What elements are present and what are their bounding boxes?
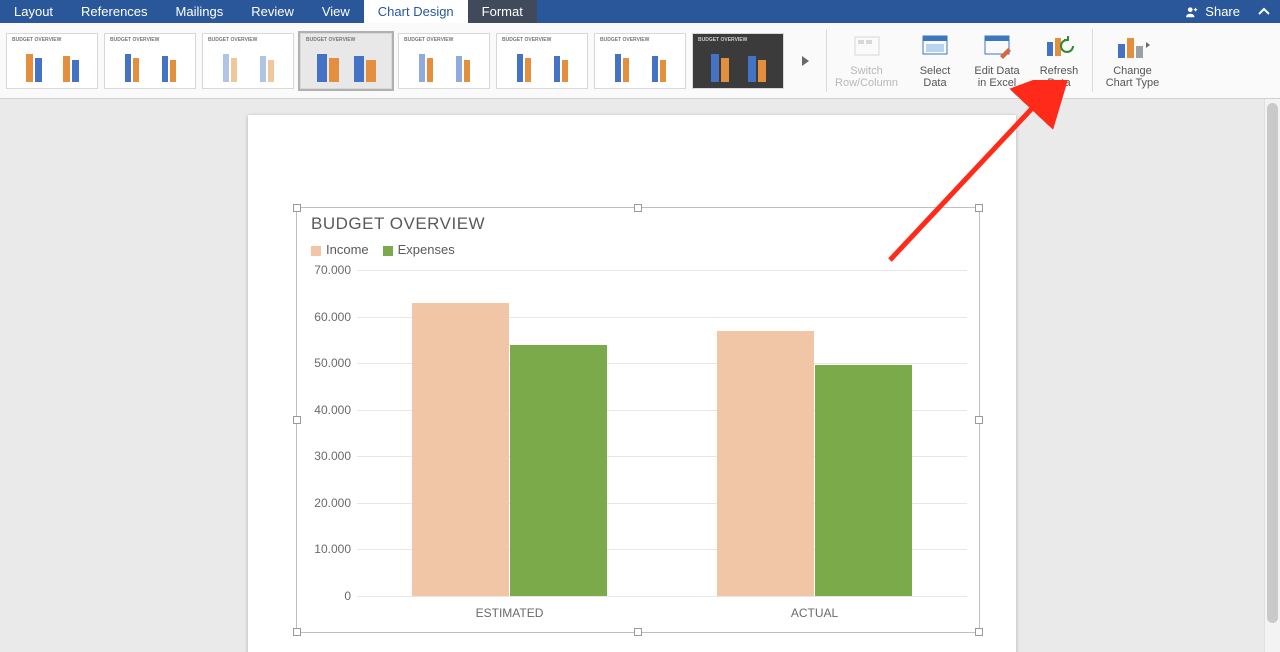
chart-styles-gallery: BUDGET OVERVIEW BUDGET OVERVIEW BUDGET O… [0, 23, 826, 98]
chart-style-5[interactable]: BUDGET OVERVIEW [398, 33, 490, 89]
y-tick-label: 40.000 [307, 403, 351, 417]
cmd-label: SelectData [906, 63, 964, 89]
change-chart-type-button[interactable]: ChangeChart Type [1095, 27, 1170, 89]
tab-view[interactable]: View [308, 0, 364, 23]
chart-style-7[interactable]: BUDGET OVERVIEW [594, 33, 686, 89]
bar-expenses-estimated[interactable] [510, 345, 608, 596]
y-tick-label: 60.000 [307, 310, 351, 324]
chart-style-8[interactable]: BUDGET OVERVIEW [692, 33, 784, 89]
resize-handle[interactable] [975, 416, 983, 424]
tab-review[interactable]: Review [237, 0, 308, 23]
chart-object[interactable]: BUDGET OVERVIEW Income Expenses 010.0002… [296, 207, 980, 633]
bar-expenses-actual[interactable] [815, 365, 913, 596]
ribbon-tabs: Layout References Mailings Review View C… [0, 0, 1280, 23]
resize-handle[interactable] [975, 204, 983, 212]
tab-chart-design[interactable]: Chart Design [364, 0, 468, 23]
thumb-title: BUDGET OVERVIEW [306, 37, 355, 43]
cmd-label: ChangeChart Type [1097, 63, 1168, 89]
tab-references[interactable]: References [67, 0, 161, 23]
chart-style-6[interactable]: BUDGET OVERVIEW [496, 33, 588, 89]
resize-handle[interactable] [293, 416, 301, 424]
thumb-title: BUDGET OVERVIEW [698, 37, 747, 43]
switch-row-col-icon [852, 32, 882, 60]
type-commands-group: ChangeChart Type [1093, 23, 1172, 98]
thumb-title: BUDGET OVERVIEW [110, 37, 159, 43]
grid-line [357, 596, 967, 597]
legend-swatch-expenses [383, 246, 393, 256]
chart-style-4[interactable]: BUDGET OVERVIEW [300, 33, 392, 89]
x-tick-label: ACTUAL [791, 606, 838, 620]
page: BUDGET OVERVIEW Income Expenses 010.0002… [248, 115, 1016, 652]
resize-handle[interactable] [293, 204, 301, 212]
share-button[interactable]: Share [1177, 0, 1248, 23]
legend-label: Expenses [398, 242, 455, 257]
refresh-data-button[interactable]: RefreshData [1028, 27, 1090, 89]
select-data-button[interactable]: SelectData [904, 27, 966, 89]
thumb-title: BUDGET OVERVIEW [404, 37, 453, 43]
thumb-title: BUDGET OVERVIEW [208, 37, 257, 43]
chevron-up-icon [1258, 6, 1270, 18]
cmd-label: SwitchRow/Column [831, 63, 902, 89]
bar-income-actual[interactable] [717, 331, 815, 596]
document-area: BUDGET OVERVIEW Income Expenses 010.0002… [0, 99, 1264, 652]
share-icon [1185, 5, 1199, 19]
legend-item-expenses[interactable]: Expenses [383, 242, 455, 257]
tab-format[interactable]: Format [468, 0, 537, 23]
cmd-label: RefreshData [1030, 63, 1088, 89]
chart-title[interactable]: BUDGET OVERVIEW [311, 214, 485, 234]
x-tick-label: ESTIMATED [476, 606, 544, 620]
y-tick-label: 70.000 [307, 263, 351, 277]
y-tick-label: 30.000 [307, 449, 351, 463]
y-tick-label: 20.000 [307, 496, 351, 510]
plot-area[interactable]: 010.00020.00030.00040.00050.00060.00070.… [357, 270, 967, 596]
scroll-thumb[interactable] [1267, 103, 1278, 623]
chart-legend[interactable]: Income Expenses [311, 242, 455, 257]
change-type-icon [1116, 32, 1150, 60]
select-data-icon [920, 32, 950, 60]
y-tick-label: 0 [307, 589, 351, 603]
chart-style-2[interactable]: BUDGET OVERVIEW [104, 33, 196, 89]
y-tick-label: 10.000 [307, 542, 351, 556]
resize-handle[interactable] [975, 628, 983, 636]
chart-style-1[interactable]: BUDGET OVERVIEW [6, 33, 98, 89]
more-styles-button[interactable] [790, 55, 820, 67]
thumb-title: BUDGET OVERVIEW [502, 37, 551, 43]
triangle-right-icon [800, 55, 810, 67]
data-commands-group: SwitchRow/Column SelectData Edit Datain … [827, 23, 1092, 98]
y-tick-label: 50.000 [307, 356, 351, 370]
refresh-data-icon [1044, 32, 1074, 60]
legend-item-income[interactable]: Income [311, 242, 369, 257]
grid-line [357, 270, 967, 271]
thumb-title: BUDGET OVERVIEW [12, 37, 61, 43]
tab-mailings[interactable]: Mailings [162, 0, 238, 23]
ribbon-content: BUDGET OVERVIEW BUDGET OVERVIEW BUDGET O… [0, 23, 1280, 99]
resize-handle[interactable] [634, 628, 642, 636]
chart-style-3[interactable]: BUDGET OVERVIEW [202, 33, 294, 89]
vertical-scrollbar[interactable] [1264, 99, 1280, 652]
resize-handle[interactable] [293, 628, 301, 636]
share-label: Share [1205, 4, 1240, 19]
tab-layout[interactable]: Layout [0, 0, 67, 23]
collapse-ribbon-button[interactable] [1248, 0, 1280, 23]
cmd-label: Edit Datain Excel [968, 63, 1026, 89]
legend-swatch-income [311, 246, 321, 256]
thumb-title: BUDGET OVERVIEW [600, 37, 649, 43]
bar-income-estimated[interactable] [412, 303, 510, 596]
switch-row-column-button: SwitchRow/Column [829, 27, 904, 89]
edit-data-excel-button[interactable]: Edit Datain Excel [966, 27, 1028, 89]
legend-label: Income [326, 242, 369, 257]
edit-data-icon [982, 32, 1012, 60]
resize-handle[interactable] [634, 204, 642, 212]
